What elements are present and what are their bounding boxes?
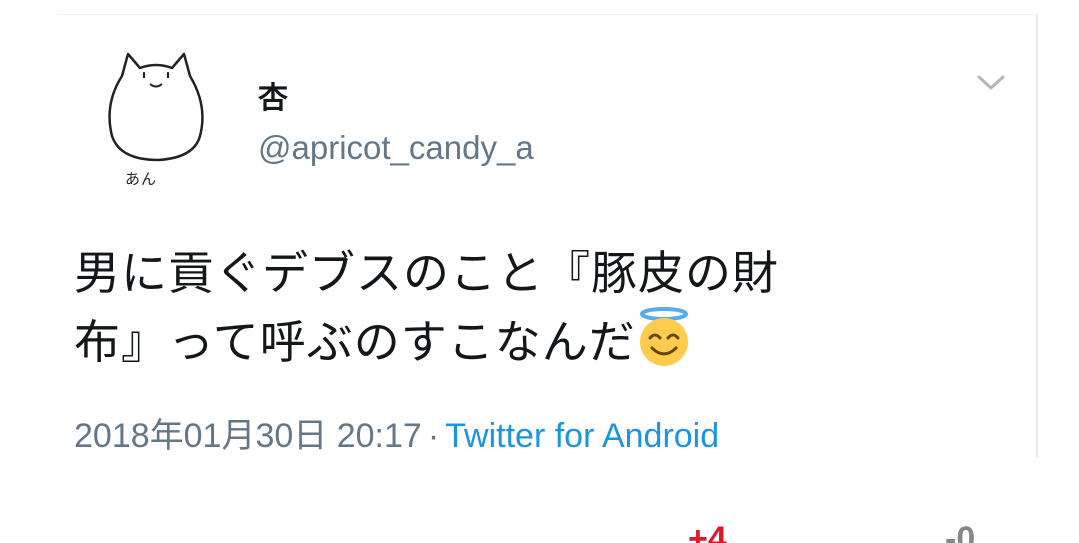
meta-separator: · <box>427 417 440 455</box>
tweet-text-line-1: 男に貢ぐデブスのこと『豚皮の財 <box>74 246 779 300</box>
avatar-caption: あん <box>125 170 158 188</box>
tweet-text-line-2: 布』って呼ぶのすこなんだ <box>74 306 1004 375</box>
tweet-text: 男に貢ぐデブスのこと『豚皮の財 布』って呼ぶのすこなんだ <box>74 240 1004 375</box>
page: あん 杏 @apricot_candy_a 男に貢ぐデブスのこと『豚皮の財 布』… <box>0 0 1079 543</box>
smiling-face-with-halo-icon <box>639 307 688 366</box>
chevron-down-icon[interactable] <box>976 72 1006 92</box>
tweet-text-line-2-text: 布』って呼ぶのすこなんだ <box>74 315 636 369</box>
user-handle[interactable]: @apricot_candy_a <box>258 129 534 167</box>
display-name[interactable]: 杏 <box>258 73 288 117</box>
vote-down-count: -0 <box>945 520 976 543</box>
timestamp[interactable]: 2018年01月30日 20:17 <box>74 417 422 455</box>
vote-up-count: +4 <box>688 520 727 543</box>
tweet-meta: 2018年01月30日 20:17 · Twitter for Android <box>74 408 719 457</box>
source-link[interactable]: Twitter for Android <box>445 417 719 455</box>
